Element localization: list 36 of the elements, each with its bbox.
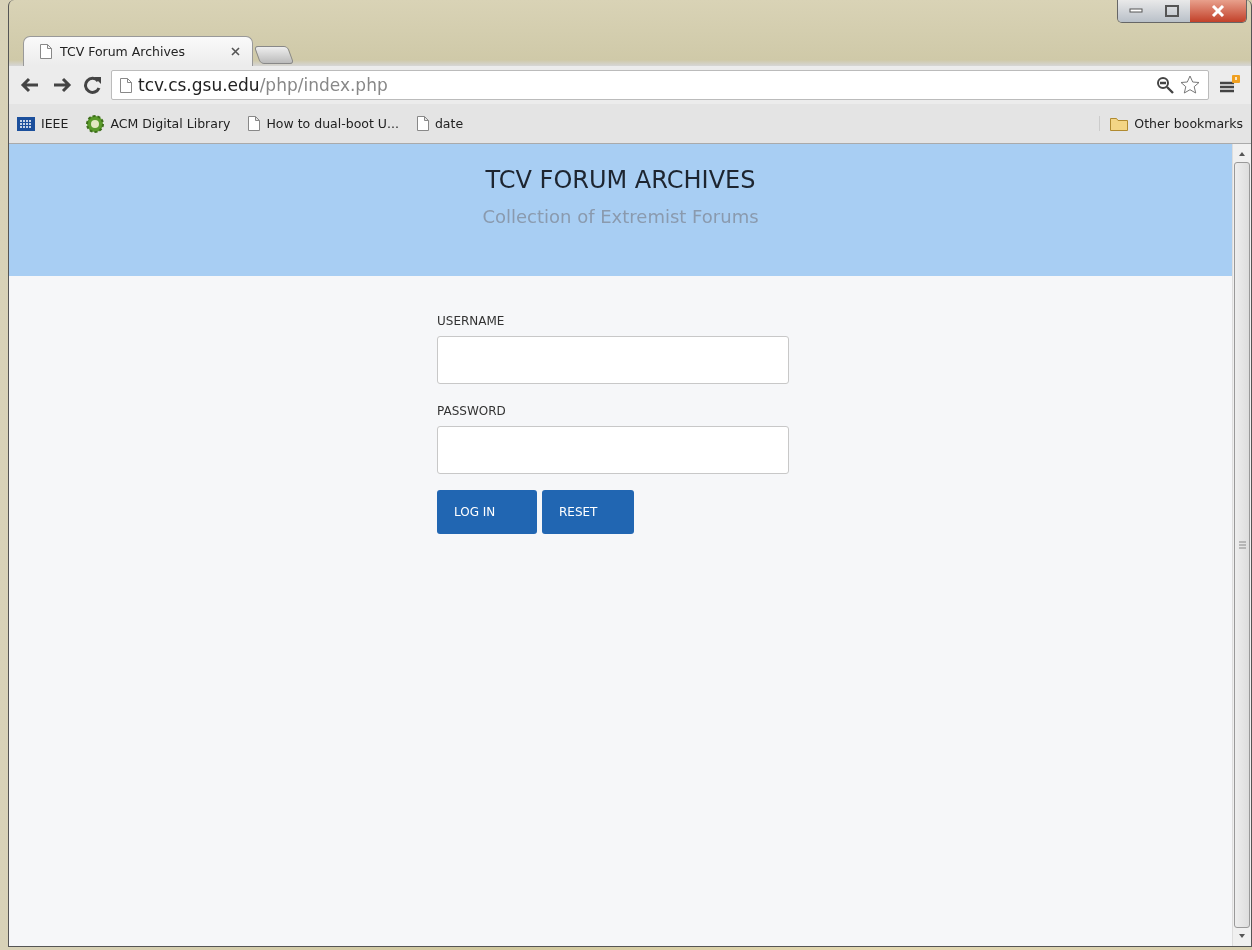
close-icon	[1211, 5, 1225, 17]
bookmark[interactable]: How to dual-boot U...	[248, 116, 399, 131]
bookmark[interactable]: date	[416, 116, 464, 131]
grip-icon	[1238, 541, 1246, 549]
input-field[interactable]	[437, 426, 789, 474]
zoom-out-icon[interactable]	[1156, 76, 1174, 94]
scroll-down-icon[interactable]	[1238, 932, 1246, 940]
other-bookmarks[interactable]: Other bookmarks	[1099, 116, 1243, 131]
close-icon[interactable]	[231, 47, 240, 56]
scroll-up-icon[interactable]	[1238, 150, 1246, 158]
new-tab-button[interactable]	[253, 46, 295, 64]
folder-icon	[1110, 116, 1129, 131]
page-icon	[120, 77, 132, 93]
url-text: tcv.cs.gsu.edu/php/index.php	[138, 75, 389, 95]
maximize-icon	[1165, 5, 1179, 17]
page-icon	[416, 116, 429, 131]
minimize-icon	[1129, 8, 1143, 14]
field-label: USERNAME	[437, 314, 505, 328]
page-icon	[40, 44, 52, 59]
tab-title: TCV Forum Archives	[60, 44, 187, 59]
close-button[interactable]	[1190, 0, 1246, 22]
input-field[interactable]	[437, 336, 789, 384]
site-subtitle: Collection of Extremist Forums	[482, 206, 759, 227]
page-icon	[248, 116, 261, 131]
scrollbar[interactable]	[1232, 144, 1251, 946]
bookmark[interactable]: IEEE	[17, 116, 69, 131]
site-title: TCV FORUM ARCHIVES	[485, 166, 756, 194]
address-bar[interactable]: tcv.cs.gsu.edu/php/index.php	[111, 70, 1209, 100]
field-label: PASSWORD	[437, 404, 506, 418]
gear-icon	[86, 114, 105, 133]
maximize-button[interactable]	[1154, 0, 1190, 22]
form-button[interactable]: RESET	[542, 490, 634, 534]
browser-tab[interactable]: TCV Forum Archives	[23, 36, 253, 66]
form-button[interactable]: LOG IN	[437, 490, 537, 534]
star-icon[interactable]	[1180, 75, 1200, 95]
bookmark[interactable]: ACM Digital Library	[86, 114, 231, 133]
